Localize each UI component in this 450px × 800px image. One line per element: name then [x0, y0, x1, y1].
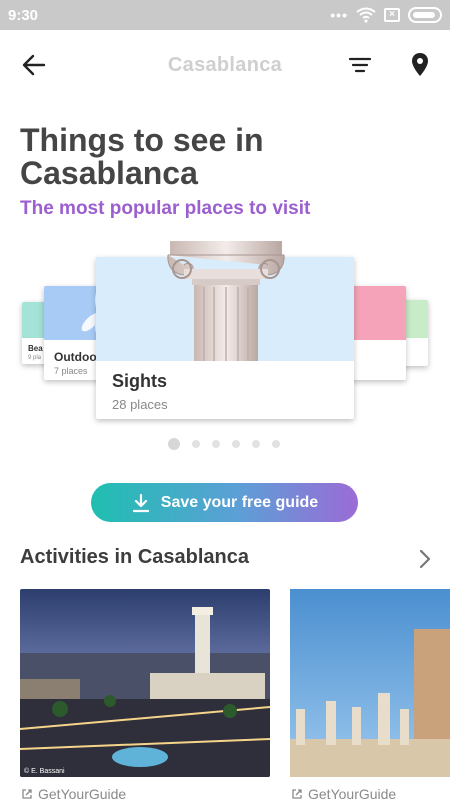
activity-provider[interactable]: GetYourGuide [291, 786, 396, 800]
chevron-right-icon[interactable] [416, 548, 434, 570]
wifi-icon [356, 7, 376, 23]
carousel-dot[interactable] [192, 440, 200, 448]
sim-off-icon: × [384, 8, 400, 22]
battery-icon [408, 7, 442, 23]
carousel-pagination [168, 438, 280, 450]
hassan-tower-photo [290, 589, 450, 777]
page-title: Things to see in Casablanca [20, 122, 264, 191]
page-subtitle: The most popular places to visit [20, 198, 311, 219]
status-time: 9:30 [8, 7, 39, 24]
activity-card[interactable]: © E. Bassani [20, 589, 270, 777]
activity-card[interactable] [290, 589, 450, 777]
carousel-dot[interactable] [272, 440, 280, 448]
app-bar: Casablanca [0, 30, 450, 100]
status-bar: 9:30 ••• × [0, 0, 450, 30]
photo-credit: © E. Bassani [24, 768, 65, 775]
app-title: Casablanca [167, 54, 283, 76]
activities-title: Activities in Casablanca [20, 546, 249, 568]
category-carousel[interactable]: Bea 9 pla Outdoo 7 places Sights 28 plac… [0, 230, 450, 430]
dots-icon: ••• [330, 7, 348, 23]
external-link-icon [22, 789, 32, 799]
column-image [167, 241, 285, 361]
download-icon [132, 493, 149, 512]
category-image [96, 241, 354, 361]
carousel-dot[interactable] [212, 440, 220, 448]
save-guide-label: Save your free guide [160, 493, 319, 511]
location-pin-icon[interactable] [406, 50, 434, 80]
category-label: Sights [112, 371, 168, 391]
save-guide-button[interactable]: Save your free guide [91, 483, 358, 522]
category-label: Bea [28, 344, 43, 353]
category-card-sights[interactable]: Sights 28 places [96, 241, 354, 419]
external-link-icon [292, 789, 302, 799]
category-count: 9 pla [28, 355, 42, 361]
activity-provider[interactable]: GetYourGuide [21, 786, 126, 800]
category-label: Outdoo [54, 350, 97, 364]
status-icons: ••• × [330, 7, 442, 23]
filter-icon[interactable] [346, 52, 374, 78]
carousel-dot[interactable] [252, 440, 260, 448]
casablanca-night-photo [20, 589, 270, 777]
provider-name: GetYourGuide [38, 786, 127, 800]
category-count: 7 places [54, 366, 88, 376]
carousel-dot[interactable] [232, 440, 240, 448]
carousel-dot[interactable] [168, 438, 180, 450]
category-count: 28 places [112, 397, 168, 412]
provider-name: GetYourGuide [308, 786, 397, 800]
